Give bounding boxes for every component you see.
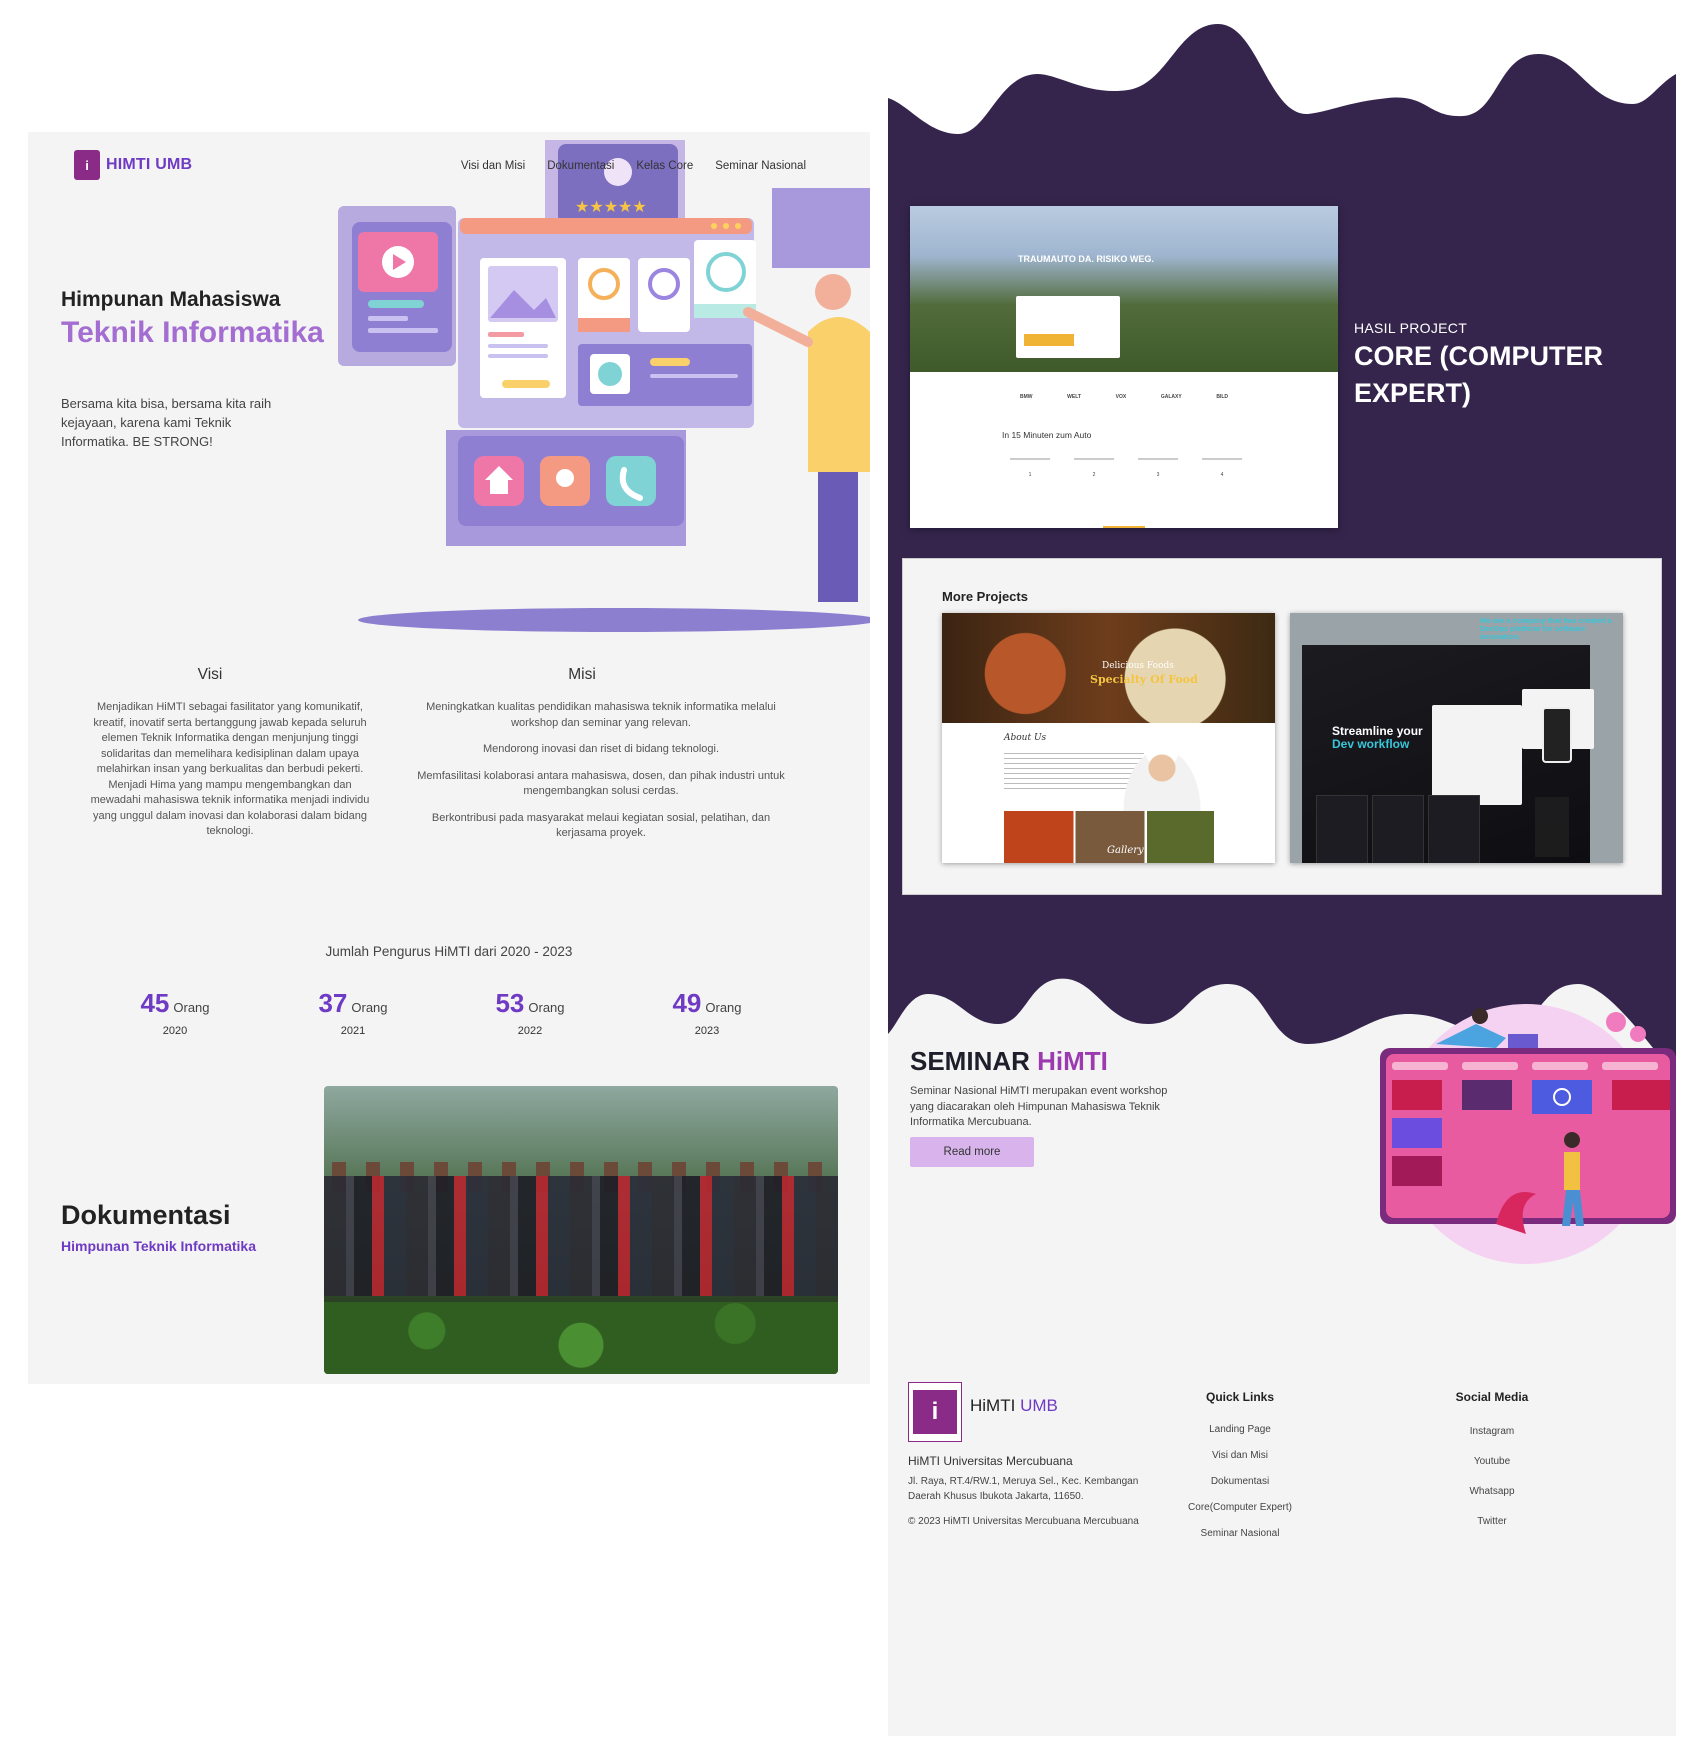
seminar-title: SEMINAR HiMTI (910, 1046, 1108, 1077)
quick-link-visi-misi[interactable]: Visi dan Misi (1160, 1450, 1320, 1461)
quick-link-seminar[interactable]: Seminar Nasional (1160, 1528, 1320, 1539)
quick-links-title: Quick Links (1205, 1390, 1275, 1404)
logo-text: WELT (1067, 394, 1081, 400)
nav-visi-misi[interactable]: Visi dan Misi (461, 160, 525, 172)
dokumentasi-title: Dokumentasi (61, 1200, 231, 1230)
project-page: TRAUMAUTO DA. RISIKO WEG. BMW WELT VOX G… (888, 24, 1676, 1736)
himti-logo-icon: i (74, 150, 100, 180)
hero-description: Bersama kita bisa, bersama kita raih kej… (61, 396, 272, 449)
seminar-illustration (1380, 1004, 1676, 1264)
food-title-line1: Delicious Foods (1102, 661, 1174, 671)
stat-value: 45 (140, 988, 170, 1018)
stat-year: 2020 (162, 1025, 188, 1037)
stat-unit: Orang (705, 1000, 742, 1015)
main-nav: Visi dan Misi Dokumentasi Kelas Core Sem… (461, 160, 806, 172)
devops-headline-1: Streamline your (1332, 724, 1423, 738)
stat-2021: 37 Orang 2021 (288, 988, 418, 1037)
visi-text: Menjadikan HiMTI sebagai fasilitator yan… (90, 701, 370, 837)
logo-text: BILD (1216, 394, 1228, 400)
stat-unit: Orang (173, 1000, 210, 1015)
stat-value: 53 (495, 988, 525, 1018)
read-more-button[interactable]: Read more (910, 1137, 1034, 1167)
social-link-youtube[interactable]: Youtube (1412, 1456, 1572, 1467)
stat-value: 37 (318, 988, 348, 1018)
stat-2020: 45 Orang 2020 (110, 988, 240, 1037)
social-link-twitter[interactable]: Twitter (1412, 1516, 1572, 1527)
shot-steps: 1234 (1010, 458, 1242, 498)
footer-brand-b: UMB (1020, 1396, 1058, 1415)
misi-item: Meningkatkan kualitas pendidikan mahasis… (426, 701, 776, 729)
hero-subtitle: Himpunan Mahasiswa (61, 288, 281, 311)
chef-image (1122, 747, 1202, 817)
landing-page: i HIMTI UMB Visi dan Misi Dokumentasi Ke… (28, 132, 870, 1384)
core-project-screenshot[interactable]: TRAUMAUTO DA. RISIKO WEG. BMW WELT VOX G… (910, 206, 1338, 528)
brand-name: HIMTI UMB (106, 156, 193, 173)
project-card-devops[interactable]: We are a company that has created a DevO… (1290, 613, 1623, 863)
social-link-instagram[interactable]: Instagram (1412, 1426, 1572, 1437)
seminar-title-b: HiMTI (1037, 1046, 1108, 1076)
dokumentasi-photo (324, 1086, 838, 1374)
devops-tagline: We are a company that has created a DevO… (1480, 616, 1612, 641)
footer-copyright: © 2023 HiMTI Universitas Mercubuana Merc… (908, 1516, 1139, 1527)
footer-brand-a: HiMTI (970, 1396, 1016, 1415)
food-about-label: About Us (1004, 733, 1047, 743)
seminar-description: Seminar Nasional HiMTI merupakan event w… (910, 1085, 1168, 1128)
purple-wave-background (888, 24, 1676, 1076)
stats-title: Jumlah Pengurus HiMTI dari 2020 - 2023 (325, 944, 573, 959)
misi-item: Berkontribusi pada masyarakat melaui keg… (431, 811, 771, 840)
stat-year: 2022 (517, 1025, 543, 1037)
social-link-whatsapp[interactable]: Whatsapp (1412, 1486, 1572, 1497)
shot-section-title: In 15 Minuten zum Auto (1002, 430, 1092, 440)
stat-2022: 53 Orang 2022 (465, 988, 595, 1037)
core-label: HASIL PROJECT (1354, 320, 1468, 336)
quick-link-core[interactable]: Core(Computer Expert) (1160, 1502, 1320, 1513)
stat-2023: 49 Orang 2023 (642, 988, 772, 1037)
food-gallery-label: Gallery (1107, 845, 1144, 856)
devops-headline-2: Dev workflow (1332, 737, 1410, 751)
project-card-food[interactable]: Delicious Foods Specialty Of Food About … (942, 613, 1275, 863)
hero-title: Teknik Informatika (61, 316, 324, 349)
food-title-line2: Specialty Of Food (1090, 673, 1198, 686)
nav-kelas-core[interactable]: Kelas Core (636, 160, 693, 172)
stat-year: 2023 (694, 1025, 720, 1037)
social-media-title: Social Media (1455, 1390, 1529, 1404)
hero-illustration: ★★★★★ (338, 140, 870, 632)
nav-seminar-nasional[interactable]: Seminar Nasional (715, 160, 806, 172)
stat-unit: Orang (351, 1000, 388, 1015)
logo-text: GALAXY (1160, 394, 1182, 400)
svg-text:★★★★★: ★★★★★ (575, 197, 647, 216)
shot-partner-logos: BMW WELT VOX GALAXY BILD (1020, 394, 1228, 400)
footer-brand: HiMTI UMB (970, 1396, 1058, 1416)
seminar-title-a: SEMINAR (910, 1046, 1030, 1076)
more-projects-section: More Projects Delicious Foods Specialty … (902, 558, 1662, 895)
shot-headline: TRAUMAUTO DA. RISIKO WEG. (1018, 254, 1154, 264)
core-title: CORE (COMPUTER EXPERT) (1354, 341, 1603, 408)
brand-logo[interactable]: i HIMTI UMB (74, 150, 192, 180)
misi-list: Meningkatkan kualitas pendidikan mahasis… (406, 700, 796, 853)
visi-title: Visi (197, 666, 223, 683)
stat-value: 49 (672, 988, 702, 1018)
footer-logo[interactable]: i (908, 1382, 962, 1442)
dokumentasi-subtitle: Himpunan Teknik Informatika (61, 1238, 256, 1254)
misi-title: Misi (568, 666, 596, 683)
misi-item: Mendorong inovasi dan riset di bidang te… (482, 743, 720, 755)
himti-logo-icon: i (913, 1390, 957, 1434)
footer-address: Jl. Raya, RT.4/RW.1, Meruya Sel., Kec. K… (908, 1476, 1139, 1502)
more-projects-title: More Projects (942, 589, 1028, 604)
stat-year: 2021 (340, 1025, 366, 1037)
footer-org-name: HiMTI Universitas Mercubuana (908, 1454, 1073, 1468)
nav-dokumentasi[interactable]: Dokumentasi (547, 160, 614, 172)
misi-item: Memfasilitasi kolaborasi antara mahasisw… (417, 769, 785, 798)
logo-text: BMW (1020, 394, 1033, 400)
quick-link-dokumentasi[interactable]: Dokumentasi (1160, 1476, 1320, 1487)
logo-text: VOX (1115, 394, 1127, 400)
quick-link-landing-page[interactable]: Landing Page (1160, 1424, 1320, 1435)
devops-headline: Streamline your Dev workflow (1332, 725, 1423, 751)
stat-unit: Orang (528, 1000, 565, 1015)
